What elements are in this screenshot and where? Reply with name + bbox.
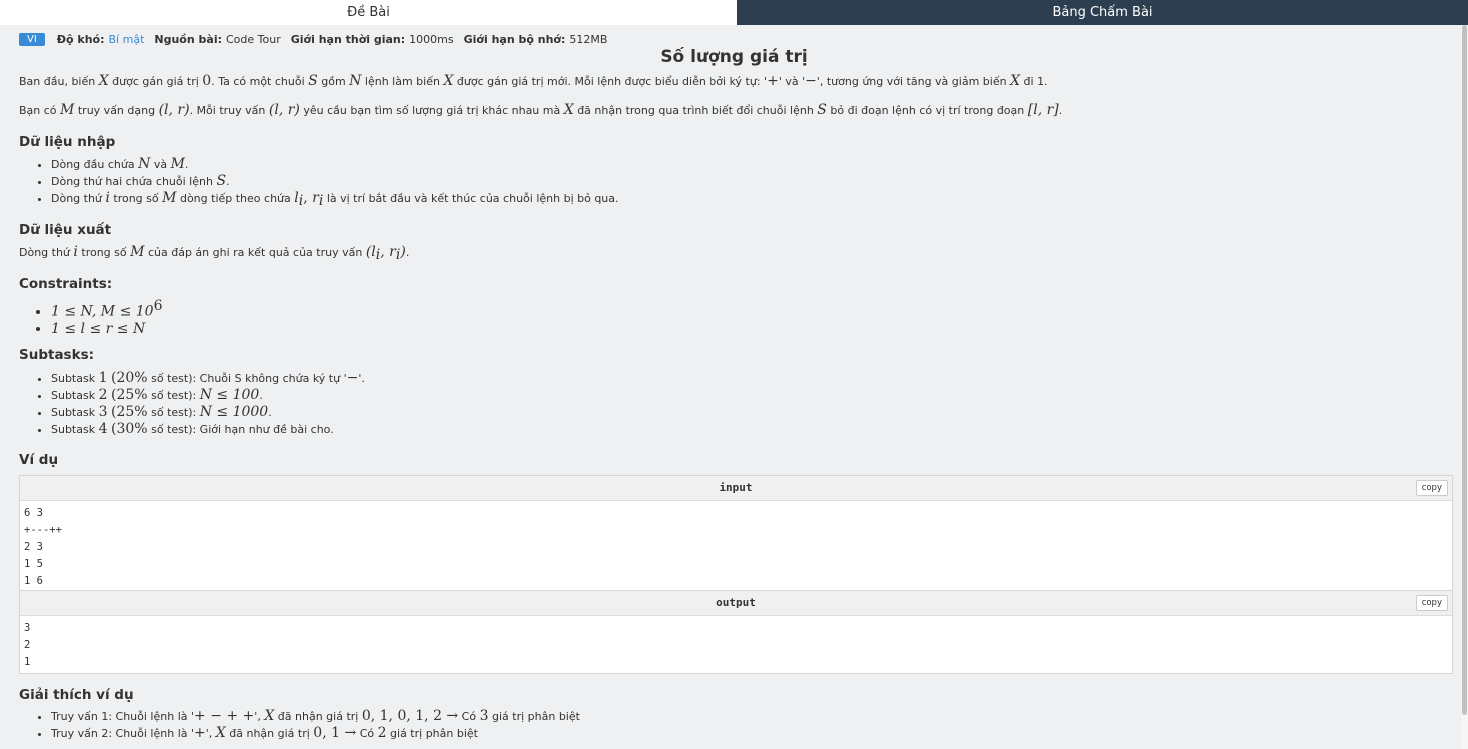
statement-paragraph-2: Bạn có M truy vấn dạng (l, r). Mỗi truy …	[19, 102, 1063, 118]
list-item: Subtask 1 (20% số test): Chuỗi S không c…	[51, 370, 365, 387]
subtasks-list: Subtask 1 (20% số test): Chuỗi S không c…	[19, 370, 365, 438]
list-item: Truy vấn 2: Chuỗi lệnh là '+', X đã nhận…	[51, 725, 580, 742]
list-item: 1 ≤ l ≤ r ≤ N	[51, 321, 163, 338]
list-item: Dòng thứ hai chứa chuỗi lệnh S.	[51, 173, 619, 190]
sample-input-line: 1 6	[24, 575, 43, 587]
output-heading: Dữ liệu xuất	[19, 222, 112, 238]
sample-input-line: 6 3	[24, 507, 43, 519]
time-limit-label: Giới hạn thời gian:	[290, 32, 406, 46]
list-item: Dòng thứ i trong số M dòng tiếp theo chứ…	[51, 190, 619, 210]
problem-content: VI Độ khó: Bí mật Nguồn bài: Code Tour G…	[0, 25, 1461, 749]
sample-output-label: output	[716, 596, 756, 609]
tab-scoreboard[interactable]: Bảng Chấm Bài	[737, 0, 1468, 25]
sample-input-label: input	[719, 481, 753, 494]
list-item: 1 ≤ N, M ≤ 106	[51, 298, 163, 321]
source-label: Nguồn bài:	[154, 32, 222, 46]
sample-input-line: 1 5	[24, 558, 43, 570]
explanation-heading: Giải thích ví dụ	[19, 687, 134, 703]
tab-bar: Đề Bài Bảng Chấm Bài	[0, 0, 1468, 25]
sample-output-line: 1	[24, 656, 31, 668]
list-item: Dòng đầu chứa N và M.	[51, 156, 619, 173]
list-item: Subtask 3 (25% số test): N ≤ 1000.	[51, 404, 365, 421]
time-limit-value: 1000ms	[409, 32, 454, 46]
constraints-heading: Constraints:	[19, 276, 113, 292]
input-list: Dòng đầu chứa N và M. Dòng thứ hai chứa …	[19, 156, 619, 210]
sample-output-content: 3 2 1	[20, 616, 1452, 675]
list-item: Truy vấn 1: Chuỗi lệnh là '+ − + +', X đ…	[51, 708, 580, 725]
language-badge[interactable]: VI	[19, 32, 45, 46]
difficulty-label: Độ khó:	[56, 32, 105, 46]
sample-input-header: input copy	[20, 476, 1452, 501]
sample-output-box: output copy 3 2 1	[19, 590, 1453, 674]
list-item: Subtask 2 (25% số test): N ≤ 100.	[51, 387, 365, 404]
problem-meta: VI Độ khó: Bí mật Nguồn bài: Code Tour G…	[19, 31, 617, 47]
explanation-list: Truy vấn 1: Chuỗi lệnh là '+ − + +', X đ…	[19, 708, 580, 742]
input-heading: Dữ liệu nhập	[19, 134, 116, 150]
sample-input-line: 2 3	[24, 541, 43, 553]
list-item: Subtask 4 (30% số test): Giới hạn như đề…	[51, 421, 365, 438]
problem-title: Số lượng giá trị	[660, 47, 808, 67]
output-description: Dòng thứ i trong số M của đáp án ghi ra …	[19, 244, 410, 264]
tab-problem[interactable]: Đề Bài	[0, 0, 737, 25]
sample-output-line: 3	[24, 622, 31, 634]
sample-input-box: input copy 6 3 +---++ 2 3 1 5 1 6	[19, 475, 1453, 592]
sample-input-line: +---++	[24, 524, 62, 536]
sample-input-content: 6 3 +---++ 2 3 1 5 1 6	[20, 501, 1452, 594]
memory-limit-value: 512MB	[569, 32, 608, 46]
sample-output-line: 2	[24, 639, 31, 651]
statement-paragraph-1: Ban đầu, biến X được gán giá trị 0. Ta c…	[19, 73, 1048, 89]
copy-input-button[interactable]: copy	[1415, 480, 1448, 496]
sample-output-header: output copy	[20, 591, 1452, 616]
example-heading: Ví dụ	[19, 452, 59, 468]
memory-limit-label: Giới hạn bộ nhớ:	[463, 32, 566, 46]
source-value: Code Tour	[226, 32, 281, 46]
copy-output-button[interactable]: copy	[1415, 595, 1448, 611]
subtasks-heading: Subtasks:	[19, 347, 95, 363]
scrollbar-thumb[interactable]	[1462, 25, 1467, 715]
difficulty-value: Bí mật	[108, 32, 145, 46]
constraints-list: 1 ≤ N, M ≤ 106 1 ≤ l ≤ r ≤ N	[19, 298, 163, 338]
vertical-scrollbar[interactable]	[1461, 25, 1468, 749]
